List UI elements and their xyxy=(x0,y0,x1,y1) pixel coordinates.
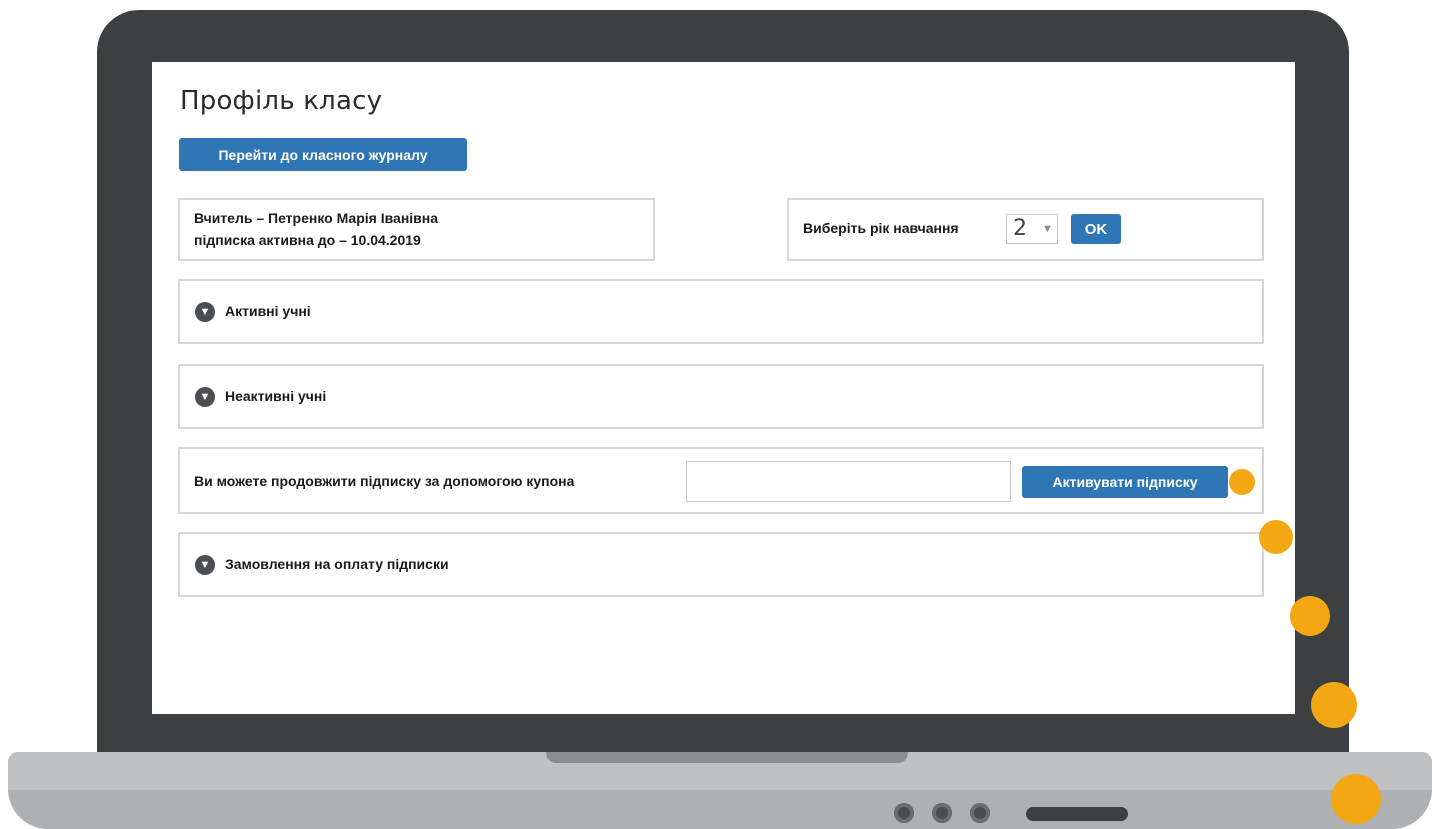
activate-subscription-button[interactable]: Активувати підписку xyxy=(1022,466,1228,498)
year-select-value: 2 xyxy=(1013,216,1027,241)
section-orders-label: Замовлення на оплату підписки xyxy=(225,556,449,572)
chevron-down-icon: ▼ xyxy=(195,302,215,322)
section-inactive-students[interactable]: ▼ Неактивні учні xyxy=(178,364,1264,429)
decorative-dot xyxy=(1229,469,1255,495)
chevron-down-icon: ▼ xyxy=(195,387,215,407)
teacher-name: Вчитель – Петренко Марія Іванівна xyxy=(194,210,439,226)
coupon-label: Ви можете продовжити підписку за допомог… xyxy=(194,473,575,489)
section-active-students-label: Активні учні xyxy=(225,303,311,319)
port-icon xyxy=(970,803,990,823)
laptop-base xyxy=(8,752,1432,829)
coupon-input[interactable] xyxy=(686,461,1011,502)
teacher-info-panel: Вчитель – Петренко Марія Іванівна підпис… xyxy=(178,198,655,261)
year-picker-panel: Виберіть рік навчання 2 ▼ OK xyxy=(787,198,1264,261)
port-icon xyxy=(932,803,952,823)
decorative-dot xyxy=(1331,774,1381,824)
slot-icon xyxy=(1026,807,1128,821)
decorative-dot xyxy=(1290,596,1330,636)
coupon-panel: Ви можете продовжити підписку за допомог… xyxy=(178,447,1264,514)
laptop-hinge xyxy=(546,752,908,763)
decorative-dot xyxy=(1259,520,1293,554)
ok-button[interactable]: OK xyxy=(1071,214,1121,244)
laptop-illustration: Профіль класу Перейти до класного журнал… xyxy=(0,0,1432,829)
go-to-journal-button[interactable]: Перейти до класного журналу xyxy=(179,138,467,171)
year-select[interactable]: 2 ▼ xyxy=(1006,214,1058,244)
decorative-dot xyxy=(1311,682,1357,728)
year-picker-label: Виберіть рік навчання xyxy=(803,220,959,236)
port-icon xyxy=(894,803,914,823)
page-title: Профіль класу xyxy=(180,86,383,116)
section-subscription-orders[interactable]: ▼ Замовлення на оплату підписки xyxy=(178,532,1264,597)
section-active-students[interactable]: ▼ Активні учні xyxy=(178,279,1264,344)
section-inactive-students-label: Неактивні учні xyxy=(225,388,327,404)
dropdown-arrow-icon: ▼ xyxy=(1042,223,1053,235)
subscription-status: підписка активна до – 10.04.2019 xyxy=(194,232,421,248)
chevron-down-icon: ▼ xyxy=(195,555,215,575)
